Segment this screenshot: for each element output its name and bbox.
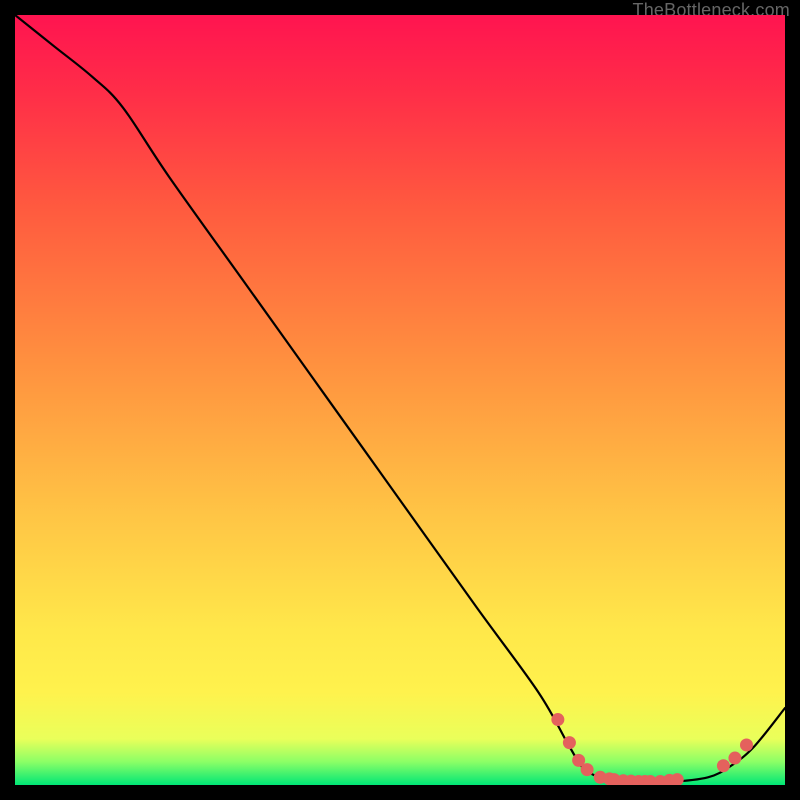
bottleneck-chart [15, 15, 785, 785]
highlight-dot [563, 736, 576, 749]
chart-frame: TheBottleneck.com [0, 0, 800, 800]
highlight-dot [581, 763, 594, 776]
chart-background [15, 15, 785, 785]
highlight-dot [551, 713, 564, 726]
highlight-dot [717, 759, 730, 772]
highlight-dot [728, 752, 741, 765]
highlight-dot [740, 738, 753, 751]
